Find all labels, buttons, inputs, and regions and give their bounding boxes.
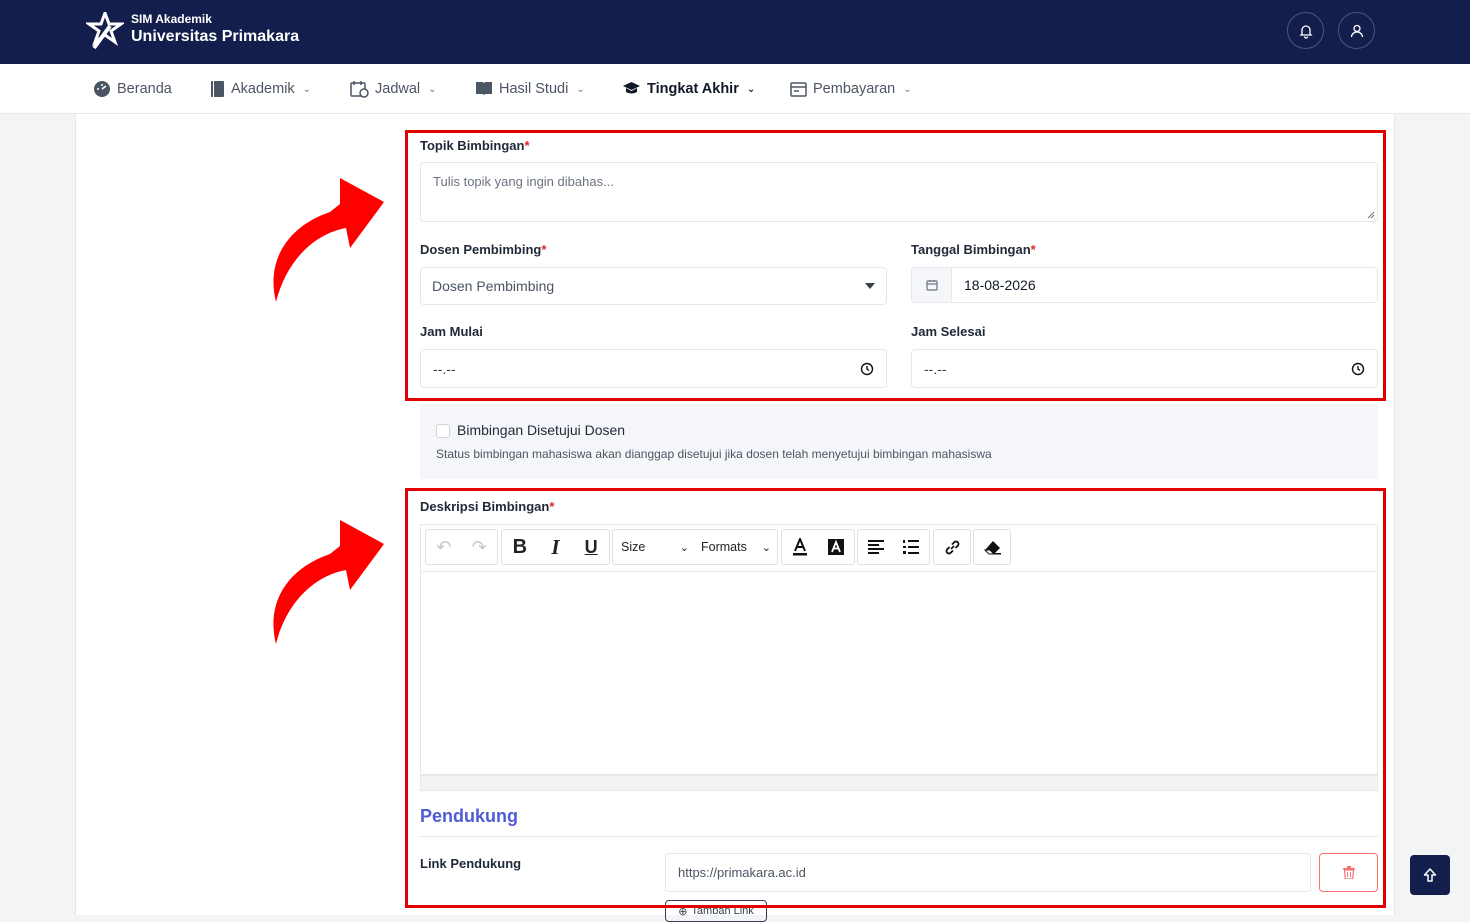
primakara-logo-icon[interactable] xyxy=(86,12,124,50)
red-arrow-icon xyxy=(273,520,384,644)
nav-hasil-studi[interactable]: Hasil Studi ⌄ xyxy=(475,64,585,114)
bell-icon xyxy=(1298,24,1313,39)
arrow-up-icon xyxy=(1423,868,1437,882)
app-subtitle: SIM Akademik xyxy=(131,12,212,26)
nav-hasil-studi-label: Hasil Studi xyxy=(499,81,569,97)
chevron-down-icon: ⌄ xyxy=(576,83,585,95)
highlight-box-bottom xyxy=(405,488,1386,908)
invoice-icon xyxy=(790,81,807,97)
user-icon xyxy=(1350,24,1363,37)
scroll-top-button[interactable] xyxy=(1410,855,1450,895)
notification-button[interactable] xyxy=(1287,12,1324,49)
highlight-box-top xyxy=(405,130,1386,401)
app-title: Universitas Primakara xyxy=(131,28,300,45)
nav-jadwal-label: Jadwal xyxy=(375,81,421,97)
nav-beranda-label: Beranda xyxy=(117,81,172,97)
approval-panel xyxy=(420,404,1378,479)
nav-pembayaran[interactable]: Pembayaran ⌄ xyxy=(790,64,912,114)
approval-label[interactable]: Bimbingan Disetujui Dosen xyxy=(457,422,625,438)
graduation-cap-icon xyxy=(623,82,640,94)
nav-beranda[interactable]: Beranda xyxy=(93,64,172,114)
dashboard-icon xyxy=(94,81,110,97)
profile-button[interactable] xyxy=(1338,12,1375,49)
calendar-clock-icon xyxy=(350,81,369,98)
nav-tingkat-akhir[interactable]: Tingkat Akhir ⌄ xyxy=(622,64,755,114)
chevron-down-icon: ⌄ xyxy=(428,83,437,95)
book-icon xyxy=(211,81,224,97)
top-header: SIM Akademik Universitas Primakara xyxy=(0,0,1470,64)
approval-checkbox[interactable] xyxy=(436,424,450,438)
chevron-down-icon: ⌄ xyxy=(903,83,912,95)
nav-pembayaran-label: Pembayaran xyxy=(813,81,896,97)
main-navigation: Beranda Akademik ⌄ Jadwal ⌄ Hasil Studi … xyxy=(0,64,1470,114)
nav-jadwal[interactable]: Jadwal ⌄ xyxy=(350,64,437,114)
approval-help-text: Status bimbingan mahasiswa akan dianggap… xyxy=(436,447,992,461)
chevron-down-icon: ⌄ xyxy=(302,83,312,95)
nav-akademik[interactable]: Akademik ⌄ xyxy=(210,64,311,114)
chevron-down-icon: ⌄ xyxy=(746,83,756,95)
nav-akademik-label: Akademik xyxy=(231,81,295,97)
nav-tingkat-akhir-label: Tingkat Akhir xyxy=(647,81,739,97)
open-book-icon xyxy=(476,82,492,96)
red-arrow-icon xyxy=(273,178,384,302)
